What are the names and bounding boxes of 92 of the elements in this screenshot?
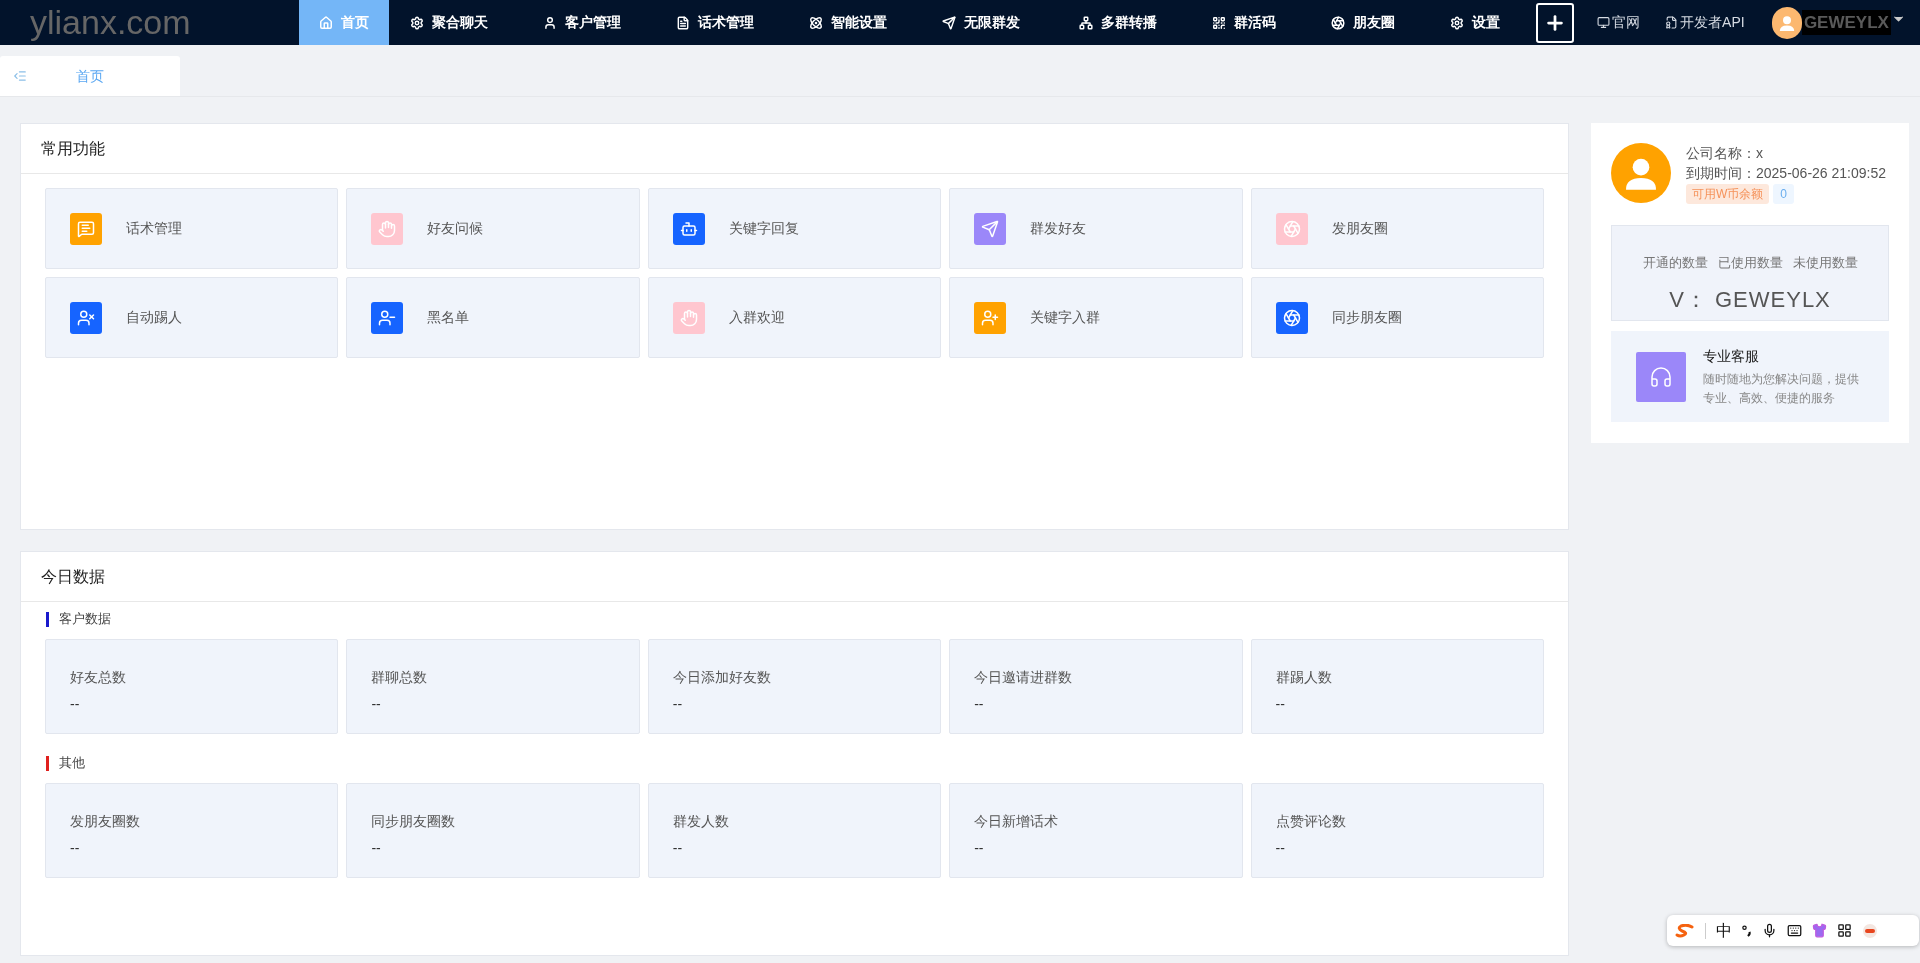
stat-value: -- bbox=[371, 839, 382, 858]
function-tile[interactable]: 入群欢迎 bbox=[647, 277, 942, 358]
menu-icon bbox=[13, 69, 27, 83]
stat-label: 点赞评论数 bbox=[1275, 812, 1347, 831]
stat-value: -- bbox=[70, 695, 81, 714]
quota-value: V： GEWEYLX bbox=[1669, 285, 1831, 314]
card-title: 常用功能 bbox=[41, 138, 105, 159]
nav-tab[interactable]: 智能设置 bbox=[790, 0, 924, 45]
settings-icon bbox=[1450, 15, 1465, 30]
stat-value: -- bbox=[974, 695, 985, 714]
stat-value: -- bbox=[974, 839, 985, 858]
quota-label: 未使用数量 bbox=[1792, 254, 1858, 272]
section-title: 客户数据 bbox=[59, 610, 111, 629]
card-title: 今日数据 bbox=[41, 566, 105, 587]
aperture-icon bbox=[1331, 15, 1346, 30]
stat-value: -- bbox=[672, 695, 684, 714]
input-mode-toggle[interactable]: 中 bbox=[1716, 922, 1732, 939]
function-label: 发朋友圈 bbox=[1331, 219, 1388, 238]
logo-icon[interactable] bbox=[1675, 923, 1695, 938]
monitor-icon bbox=[1597, 16, 1611, 29]
user-avatar[interactable] bbox=[1771, 6, 1802, 39]
function-tile[interactable]: 发朋友圈 bbox=[1250, 188, 1544, 269]
stat-label: 今日新增话术 bbox=[974, 812, 1060, 831]
headset-icon bbox=[1636, 351, 1686, 402]
function-label: 黑名单 bbox=[427, 308, 470, 327]
quota-label: 开通的数量 bbox=[1642, 254, 1708, 272]
gear-icon bbox=[410, 15, 425, 30]
punctuation-icon[interactable] bbox=[1742, 924, 1752, 937]
header-link[interactable]: 官网 bbox=[1597, 12, 1641, 33]
service-title: 专业客服 bbox=[1703, 346, 1760, 366]
nav-tab[interactable]: 多群转播 bbox=[1060, 0, 1194, 45]
shirt-icon[interactable] bbox=[1812, 923, 1827, 938]
qr-code-icon bbox=[1212, 15, 1227, 30]
add-button[interactable] bbox=[1536, 2, 1575, 43]
document-icon bbox=[676, 15, 691, 30]
stat-value: -- bbox=[371, 695, 382, 714]
stat-value: -- bbox=[70, 839, 81, 858]
stat-label: 今日添加好友数 bbox=[672, 668, 772, 687]
home-icon bbox=[319, 15, 334, 30]
function-tile[interactable]: 群发好友 bbox=[949, 188, 1243, 269]
function-label: 入群欢迎 bbox=[728, 308, 785, 327]
function-label: 群发好友 bbox=[1030, 219, 1087, 238]
stat-label: 群聊总数 bbox=[371, 668, 429, 687]
function-tile[interactable]: 同步朋友圈 bbox=[1250, 277, 1544, 358]
stat-label: 发朋友圈数 bbox=[70, 812, 141, 831]
function-label: 好友问候 bbox=[427, 219, 484, 238]
network-icon bbox=[1079, 15, 1094, 30]
function-label: 关键字入群 bbox=[1030, 308, 1101, 327]
company-name: 公司名称：x bbox=[1686, 144, 1764, 163]
company-avatar bbox=[1611, 143, 1671, 203]
function-tile[interactable]: 关键字入群 bbox=[949, 277, 1243, 358]
site-logo: ylianx.com bbox=[30, 2, 191, 41]
nav-tab[interactable]: 聚合聊天 bbox=[391, 0, 525, 45]
nav-tab[interactable]: 群活码 bbox=[1193, 0, 1313, 45]
header-link[interactable]: 开发者API bbox=[1665, 12, 1745, 33]
nav-tab[interactable]: 话术管理 bbox=[657, 0, 791, 45]
stat-value: -- bbox=[1275, 839, 1286, 858]
nav-tab[interactable]: 朋友圈 bbox=[1312, 0, 1432, 45]
service-description: 随时随地为您解决问题，提供专业、高效、便捷的服务 bbox=[1703, 370, 1860, 407]
nav-tab[interactable]: 客户管理 bbox=[524, 0, 658, 45]
expiry-time: 到期时间：2025-06-26 21:09:52 bbox=[1686, 164, 1886, 183]
balance-value: 0 bbox=[1773, 184, 1794, 204]
grid-icon[interactable] bbox=[1837, 923, 1852, 938]
quota-label: 已使用数量 bbox=[1717, 254, 1783, 272]
function-tile[interactable]: 自动踢人 bbox=[45, 277, 339, 358]
stat-label: 今日邀请进群数 bbox=[974, 668, 1074, 687]
stat-label: 群踢人数 bbox=[1275, 668, 1333, 687]
user-icon bbox=[543, 15, 558, 30]
microphone-icon[interactable] bbox=[1762, 923, 1777, 938]
function-label: 同步朋友圈 bbox=[1331, 308, 1402, 327]
function-tile[interactable]: 关键字回复 bbox=[647, 188, 942, 269]
service-card[interactable]: 专业客服 随时随地为您解决问题，提供专业、高效、便捷的服务 bbox=[1611, 331, 1889, 422]
balance-tag: 可用W币余额 bbox=[1686, 184, 1770, 204]
nav-tab[interactable]: 设置 bbox=[1431, 0, 1537, 45]
section-title: 其他 bbox=[59, 754, 85, 773]
stat-label: 同步朋友圈数 bbox=[371, 812, 457, 831]
atom-icon bbox=[809, 15, 824, 30]
document-badge-icon bbox=[1665, 16, 1679, 29]
stat-value: -- bbox=[1275, 695, 1286, 714]
function-tile[interactable]: 话术管理 bbox=[45, 188, 339, 269]
paper-plane-icon bbox=[942, 15, 957, 30]
function-label: 自动踢人 bbox=[126, 308, 182, 327]
nav-tab[interactable]: 无限群发 bbox=[923, 0, 1061, 45]
keyboard-icon[interactable] bbox=[1787, 923, 1802, 938]
stat-value: -- bbox=[672, 839, 684, 858]
function-tile[interactable]: 黑名单 bbox=[346, 277, 640, 358]
page-tab-label: 首页 bbox=[76, 66, 104, 86]
function-tile[interactable]: 好友问候 bbox=[346, 188, 640, 269]
stat-label: 群发人数 bbox=[672, 812, 730, 831]
function-label: 关键字回复 bbox=[728, 219, 799, 238]
function-label: 话术管理 bbox=[126, 219, 182, 238]
stat-label: 好友总数 bbox=[70, 668, 127, 687]
